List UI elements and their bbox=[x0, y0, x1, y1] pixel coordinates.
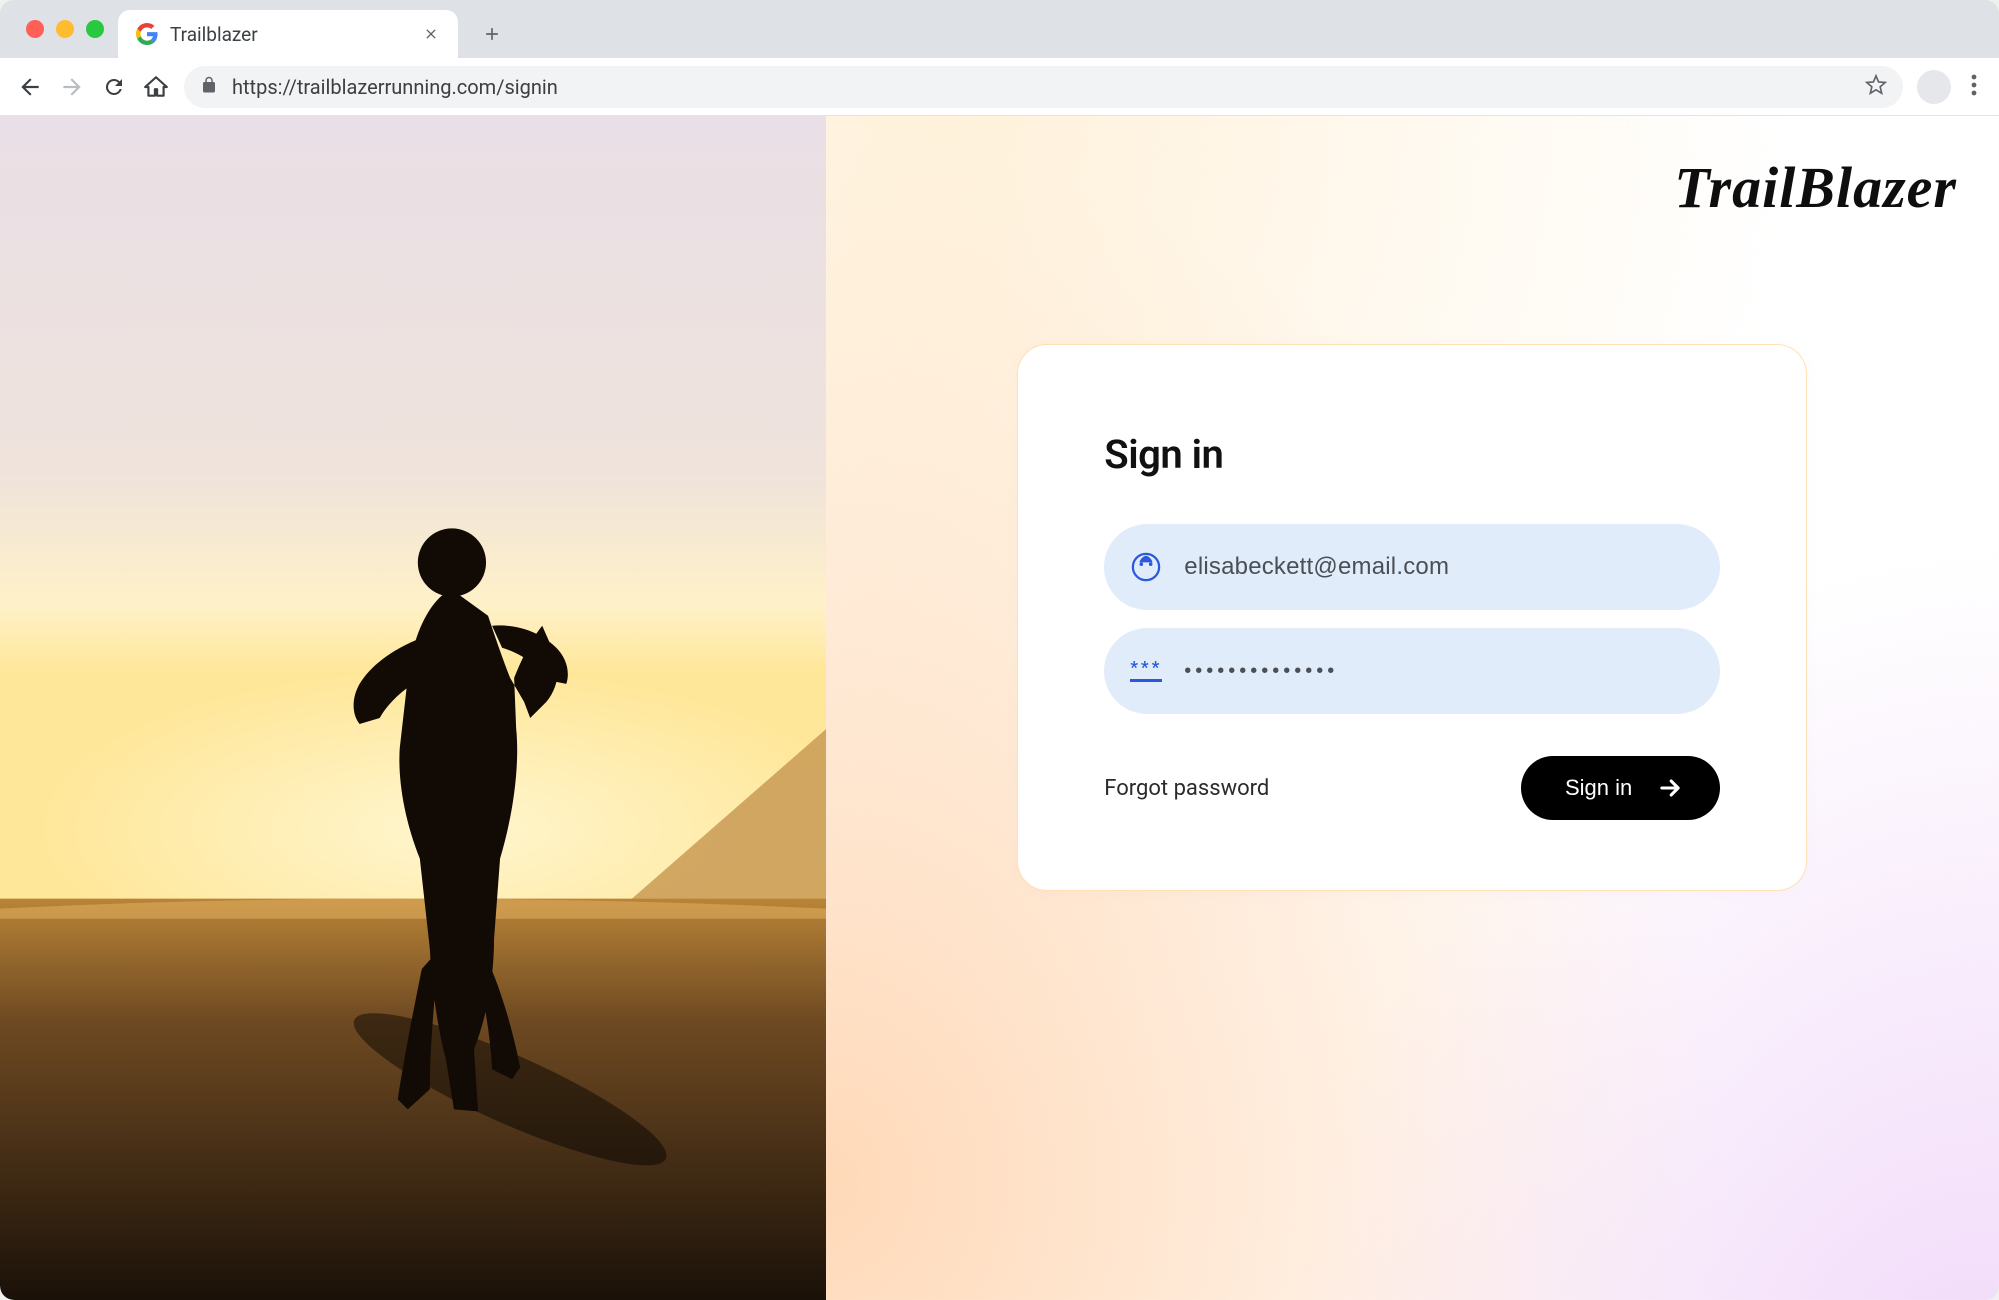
signin-actions: Forgot password Sign in bbox=[1104, 756, 1720, 820]
signin-button-label: Sign in bbox=[1565, 775, 1632, 801]
arrow-right-icon bbox=[1656, 774, 1684, 802]
password-input[interactable] bbox=[1184, 660, 1694, 683]
tab-strip: Trailblazer bbox=[0, 0, 1999, 58]
signin-heading: Sign in bbox=[1104, 431, 1720, 478]
url-text: https://trailblazerrunning.com/signin bbox=[232, 75, 1851, 99]
new-tab-button[interactable] bbox=[472, 14, 512, 54]
browser-menu-button[interactable] bbox=[1965, 74, 1983, 100]
browser-window: Trailblazer https://trailblazerrunning.c… bbox=[0, 0, 1999, 1300]
auth-panel: TrailBlazer Sign in bbox=[826, 116, 1999, 1300]
tab-close-button[interactable] bbox=[420, 23, 442, 45]
lock-icon bbox=[200, 76, 218, 98]
plus-icon bbox=[482, 24, 502, 44]
address-bar[interactable]: https://trailblazerrunning.com/signin bbox=[184, 66, 1903, 108]
reload-button[interactable] bbox=[100, 73, 128, 101]
browser-toolbar: https://trailblazerrunning.com/signin bbox=[0, 58, 1999, 116]
home-button[interactable] bbox=[142, 73, 170, 101]
password-field-wrapper[interactable]: *** bbox=[1104, 628, 1720, 714]
home-icon bbox=[143, 74, 169, 100]
arrow-right-icon bbox=[59, 74, 85, 100]
vertical-dots-icon bbox=[1971, 74, 1977, 96]
profile-avatar[interactable] bbox=[1917, 70, 1951, 104]
close-icon bbox=[423, 26, 439, 42]
page-viewport: TrailBlazer Sign in bbox=[0, 116, 1999, 1300]
star-icon bbox=[1865, 74, 1887, 96]
arrow-left-icon bbox=[17, 74, 43, 100]
window-minimize-button[interactable] bbox=[56, 20, 74, 38]
tab-favicon-google-icon bbox=[136, 23, 158, 45]
signin-button[interactable]: Sign in bbox=[1521, 756, 1720, 820]
email-input[interactable] bbox=[1184, 553, 1694, 581]
forgot-password-link[interactable]: Forgot password bbox=[1104, 776, 1269, 801]
hero-image bbox=[0, 116, 826, 1300]
brand-logo: TrailBlazer bbox=[1674, 154, 1957, 221]
password-asterisks-icon: *** bbox=[1130, 655, 1162, 687]
forward-button[interactable] bbox=[58, 73, 86, 101]
reload-icon bbox=[102, 75, 126, 99]
window-controls bbox=[14, 0, 118, 58]
browser-tab[interactable]: Trailblazer bbox=[118, 10, 458, 58]
window-close-button[interactable] bbox=[26, 20, 44, 38]
tab-title: Trailblazer bbox=[170, 23, 408, 46]
window-zoom-button[interactable] bbox=[86, 20, 104, 38]
user-avatar-icon bbox=[1130, 551, 1162, 583]
back-button[interactable] bbox=[16, 73, 44, 101]
email-field-wrapper[interactable] bbox=[1104, 524, 1720, 610]
bookmark-button[interactable] bbox=[1865, 74, 1887, 100]
signin-card: Sign in *** bbox=[1017, 344, 1807, 891]
